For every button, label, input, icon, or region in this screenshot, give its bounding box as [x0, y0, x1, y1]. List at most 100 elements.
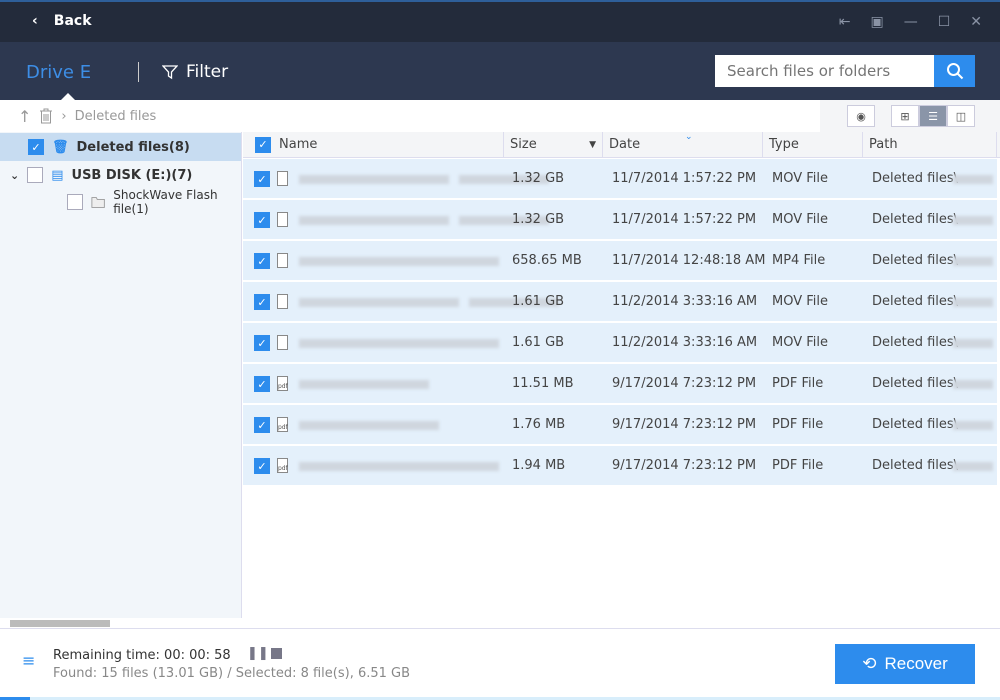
menu-dropdown-icon[interactable]: ▣ [870, 14, 883, 30]
tree-item-shockwave[interactable]: ShockWave Flash file(1) [0, 188, 241, 216]
title-bar: ‹ Back ⇤ ▣ — ☐ ✕ [0, 0, 1000, 42]
grid-icon: ⊞ [900, 109, 910, 123]
tab-drive[interactable]: Drive E [26, 62, 91, 83]
search-button[interactable] [934, 55, 975, 87]
divider [138, 62, 139, 82]
path-redacted [953, 380, 993, 389]
row-checkbox[interactable]: ✓ [254, 458, 270, 474]
table-row[interactable]: ✓ pdf 1.76 MB 9/17/2014 7:23:12 PM PDF F… [243, 405, 997, 445]
maximize-button[interactable]: ☐ [938, 14, 951, 30]
path-redacted [953, 216, 993, 225]
folder-tree: ✓ 🗑 Deleted files(8) ⌄ ▤ USB DISK (E:)(7… [0, 132, 242, 628]
column-type[interactable]: Type [763, 132, 863, 158]
up-arrow-icon[interactable]: ↑ [18, 107, 31, 126]
checkbox[interactable] [27, 167, 44, 183]
file-name-redacted [299, 298, 459, 307]
file-path: Deleted files\ [872, 253, 959, 268]
table-row[interactable]: ✓ 1.61 GB 11/2/2014 3:33:16 AM MOV File … [243, 323, 997, 363]
row-checkbox[interactable]: ✓ [254, 294, 270, 310]
table-row[interactable]: ✓ 658.65 MB 11/7/2014 12:48:18 AM MP4 Fi… [243, 241, 997, 281]
minimize-button[interactable]: — [904, 14, 918, 30]
breadcrumb-current[interactable]: Deleted files [75, 109, 157, 124]
pdf-file-icon: pdf [277, 458, 288, 473]
remaining-time: Remaining time: 00: 00: 58 [53, 648, 231, 663]
file-path: Deleted files\ [872, 212, 959, 227]
select-all-checkbox[interactable]: ✓ [255, 137, 271, 153]
folder-icon [91, 196, 105, 208]
file-path: Deleted files\ [872, 458, 959, 473]
active-tab-indicator [61, 93, 75, 100]
file-size: 1.61 GB [512, 294, 565, 309]
table-row[interactable]: ✓ pdf 11.51 MB 9/17/2014 7:23:12 PM PDF … [243, 364, 997, 404]
file-type: PDF File [772, 376, 824, 391]
video-file-icon [277, 253, 288, 268]
file-name-redacted [299, 257, 499, 266]
table-row[interactable]: ✓ 1.32 GB 11/7/2014 1:57:22 PM MOV File … [243, 159, 997, 199]
pdf-file-icon: pdf [277, 376, 288, 391]
checkbox[interactable]: ✓ [28, 139, 44, 155]
table-row[interactable]: ✓ 1.32 GB 11/7/2014 1:57:22 PM MOV File … [243, 200, 997, 240]
column-name[interactable]: ✓ Name [243, 132, 504, 158]
panel-icon: ◫ [955, 109, 967, 123]
trash-icon: 🗑 [52, 139, 69, 155]
pause-button[interactable]: ❚❚ [247, 646, 269, 661]
file-name-redacted [299, 380, 429, 389]
file-date: 9/17/2014 7:23:12 PM [612, 417, 757, 432]
grid-view-button[interactable]: ⊞ [891, 105, 919, 127]
table-row[interactable]: ✓ 1.61 GB 11/2/2014 3:33:16 AM MOV File … [243, 282, 997, 322]
back-button[interactable]: ‹ Back [32, 13, 92, 29]
file-size: 1.32 GB [512, 212, 565, 227]
trash-icon [40, 108, 53, 124]
video-file-icon [277, 212, 288, 227]
path-redacted [953, 175, 993, 184]
file-path: Deleted files\ [872, 171, 959, 186]
history-icon: ⟲ [862, 654, 877, 673]
tree-item-usb-disk[interactable]: ⌄ ▤ USB DISK (E:)(7) [0, 161, 241, 189]
sort-dropdown-icon: ▼ [589, 140, 596, 150]
row-checkbox[interactable]: ✓ [254, 253, 270, 269]
file-date: 11/2/2014 3:33:16 AM [612, 294, 758, 309]
detail-view-button[interactable]: ◫ [947, 105, 975, 127]
preview-button[interactable]: ◉ [847, 105, 875, 127]
path-redacted [953, 462, 993, 471]
row-checkbox[interactable]: ✓ [254, 376, 270, 392]
row-checkbox[interactable]: ✓ [254, 171, 270, 187]
file-name-redacted [299, 421, 439, 430]
chevron-down-icon[interactable]: ⌄ [10, 169, 19, 182]
list-icon: ☰ [928, 109, 938, 123]
file-date: 11/7/2014 12:48:18 AM [612, 253, 766, 268]
recover-button[interactable]: ⟲ Recover [835, 644, 975, 684]
row-checkbox[interactable]: ✓ [254, 212, 270, 228]
file-path: Deleted files\ [872, 376, 959, 391]
close-button[interactable]: ✕ [970, 14, 982, 30]
search-input[interactable] [715, 55, 934, 87]
column-path[interactable]: Path [863, 132, 997, 158]
file-date: 9/17/2014 7:23:12 PM [612, 376, 757, 391]
column-date[interactable]: Date ⌄ [603, 132, 763, 158]
horizontal-scrollbar[interactable] [0, 618, 242, 628]
export-icon[interactable]: ⇤ [839, 14, 851, 30]
tree-item-label: USB DISK (E:)(7) [71, 167, 193, 183]
row-checkbox[interactable]: ✓ [254, 335, 270, 351]
file-size: 1.61 GB [512, 335, 565, 350]
row-checkbox[interactable]: ✓ [254, 417, 270, 433]
file-path: Deleted files\ [872, 294, 959, 309]
column-label: Size [510, 137, 537, 152]
file-name-redacted [299, 216, 449, 225]
file-size: 1.94 MB [512, 458, 566, 473]
column-size[interactable]: Size ▼ [504, 132, 603, 158]
file-type: PDF File [772, 417, 824, 432]
file-size: 658.65 MB [512, 253, 582, 268]
file-date: 11/7/2014 1:57:22 PM [612, 212, 757, 227]
filter-button[interactable]: Filter [162, 62, 228, 82]
stop-button[interactable] [271, 648, 282, 659]
usb-drive-icon: ▤ [51, 167, 64, 183]
video-file-icon [277, 171, 288, 186]
file-name-redacted [299, 175, 449, 184]
file-date: 9/17/2014 7:23:12 PM [612, 458, 757, 473]
table-row[interactable]: ✓ pdf 1.94 MB 9/17/2014 7:23:12 PM PDF F… [243, 446, 997, 486]
list-view-button[interactable]: ☰ [919, 105, 947, 127]
tree-item-deleted-files[interactable]: ✓ 🗑 Deleted files(8) [0, 133, 241, 161]
checkbox[interactable] [67, 194, 83, 210]
file-path: Deleted files\ [872, 335, 959, 350]
